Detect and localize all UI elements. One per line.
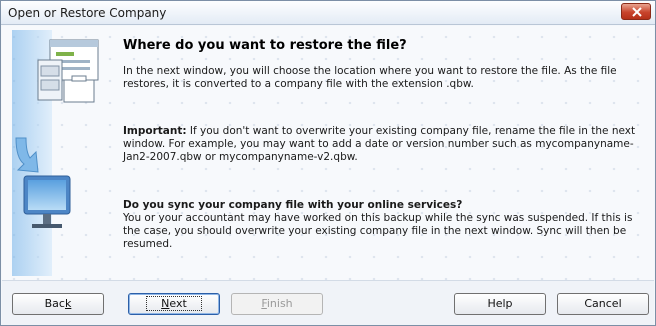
close-icon <box>632 7 642 17</box>
back-label: Bac <box>44 297 65 310</box>
sync-text: You or your accountant may have worked o… <box>123 212 633 250</box>
restore-illustration <box>12 30 99 276</box>
finish-label-rest: inish <box>266 297 293 310</box>
window-title: Open or Restore Company <box>8 6 167 20</box>
next-focus: Next <box>146 296 202 311</box>
button-bar: Back Next Finish Help Cancel <box>2 280 654 325</box>
important-label: Important: <box>123 125 187 137</box>
close-button[interactable] <box>621 3 651 20</box>
finish-button[interactable]: Finish <box>231 293 323 315</box>
back-access-key: k <box>64 297 72 310</box>
wizard-content: Where do you want to restore the file? I… <box>2 26 654 280</box>
folder-icon <box>63 75 95 103</box>
help-button[interactable]: Help <box>454 293 546 315</box>
important-note: Important: If you don't want to overwrit… <box>123 125 643 164</box>
back-button[interactable]: Back <box>12 293 104 315</box>
intro-text: In the next window, you will choose the … <box>123 65 617 90</box>
page-heading: Where do you want to restore the file? <box>123 38 407 53</box>
sync-note: Do you sync your company file with your … <box>123 199 643 251</box>
title-bar[interactable]: Open or Restore Company <box>1 1 655 25</box>
cancel-button[interactable]: Cancel <box>557 293 649 315</box>
sync-heading: Do you sync your company file with your … <box>123 199 463 211</box>
next-button[interactable]: Next <box>128 293 220 315</box>
next-label-rest: ext <box>169 297 187 310</box>
important-text: If you don't want to overwrite your exis… <box>123 125 636 163</box>
dialog-window: Open or Restore Company Where do you wan… <box>0 0 656 326</box>
